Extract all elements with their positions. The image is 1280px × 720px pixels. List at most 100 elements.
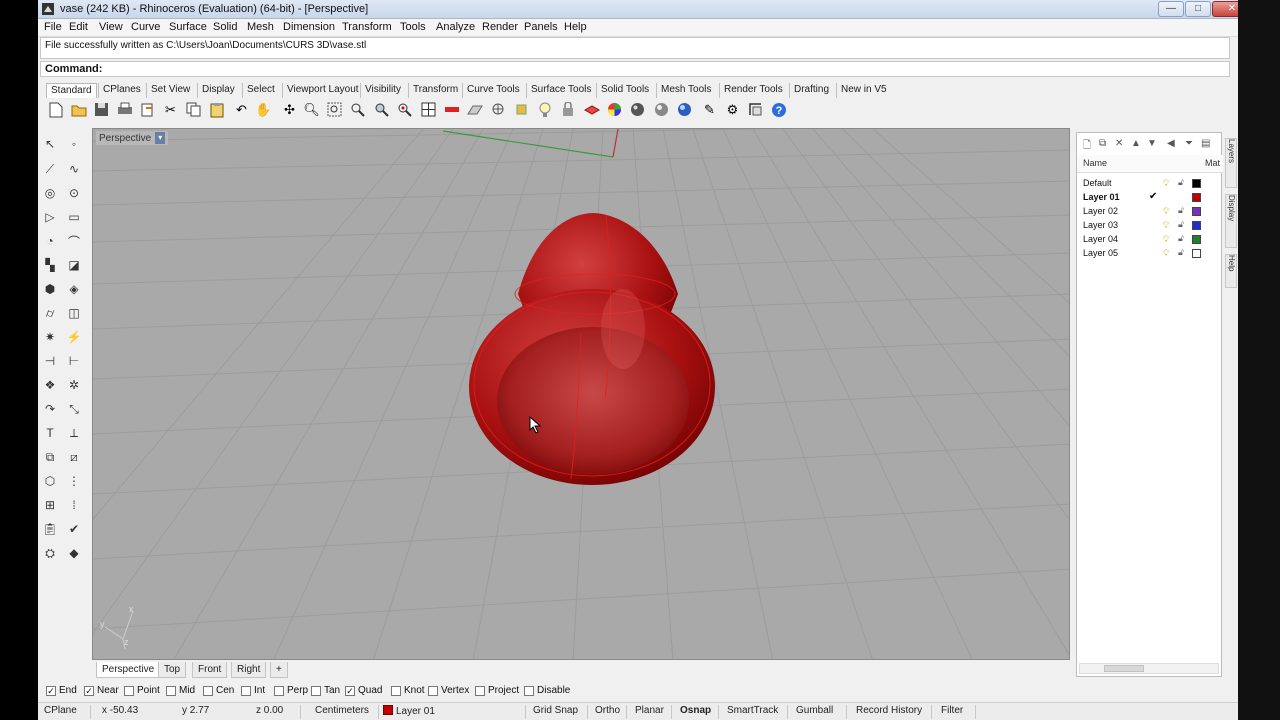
open-folder-icon[interactable]	[69, 100, 88, 119]
menu-help[interactable]: Help	[564, 21, 587, 33]
osnap-checkbox[interactable]: ✓	[345, 685, 355, 696]
wireframe-sphere-icon[interactable]	[628, 100, 647, 119]
layer-unlock-icon[interactable]: 🔓︎	[1178, 177, 1184, 188]
tab-drafting[interactable]: Drafting	[789, 83, 833, 98]
layer-name[interactable]: Layer 02	[1083, 206, 1118, 216]
polyline-icon[interactable]: ⟋	[40, 159, 60, 179]
layer-edit-icon[interactable]	[582, 100, 601, 119]
tab-render-tools[interactable]: Render Tools	[719, 83, 787, 98]
shaded-sphere-icon[interactable]	[652, 100, 671, 119]
grid-snap-toggle[interactable]: Grid Snap	[533, 705, 578, 716]
osnap-checkbox[interactable]	[524, 685, 534, 696]
tab-new-in-v5[interactable]: New in V5	[836, 83, 891, 98]
tab-solid-tools[interactable]: Solid Tools	[596, 83, 653, 98]
column-material[interactable]: Mat	[1205, 158, 1220, 168]
tab-cplanes[interactable]: CPlanes	[98, 83, 145, 98]
ortho-toggle[interactable]: Ortho	[595, 705, 620, 716]
osnap-checkbox[interactable]: ✓	[84, 685, 94, 696]
scrollbar-thumb[interactable]	[1104, 665, 1144, 672]
analyze-icon[interactable]: ⧄	[64, 447, 84, 467]
layer-color-swatch[interactable]	[1192, 221, 1201, 230]
select-objects-icon[interactable]	[442, 100, 461, 119]
layers-scrollbar[interactable]	[1079, 663, 1219, 674]
osnap-cen[interactable]: Cen	[203, 685, 234, 696]
new-layer-icon[interactable]: 🗋︎	[1083, 138, 1091, 155]
osnap-checkbox[interactable]	[124, 685, 134, 696]
select-arrow-icon[interactable]: ↖	[40, 134, 60, 154]
light-bulb-icon[interactable]	[535, 100, 554, 119]
text-icon[interactable]: T	[40, 423, 60, 443]
clipboard-icon[interactable]: 📋︎	[40, 519, 60, 539]
osnap-checkbox[interactable]	[274, 685, 284, 696]
four-viewports-icon[interactable]	[419, 100, 438, 119]
tab-transform[interactable]: Transform	[408, 83, 462, 98]
vase-object[interactable]	[93, 129, 1070, 660]
menu-surface[interactable]: Surface	[169, 21, 207, 33]
grid-icon[interactable]: ⋮	[64, 471, 84, 491]
osnap-disable[interactable]: Disable	[524, 685, 570, 696]
check-icon[interactable]: ✔	[64, 519, 84, 539]
cplane-label[interactable]: CPlane	[44, 705, 77, 716]
curve-icon[interactable]: ∿	[64, 159, 84, 179]
menu-file[interactable]: File	[44, 21, 62, 33]
tab-front[interactable]: Front	[192, 662, 228, 678]
osnap-checkbox[interactable]	[391, 685, 401, 696]
cylinder-icon[interactable]: ⌭	[40, 303, 60, 323]
zoom-window-icon[interactable]	[325, 100, 344, 119]
menu-panels[interactable]: Panels	[524, 21, 558, 33]
delete-layer-icon[interactable]: ✕	[1115, 138, 1123, 149]
side-tab-display[interactable]: Display	[1225, 194, 1237, 248]
tab-curve-tools[interactable]: Curve Tools	[462, 83, 524, 98]
osnap-project[interactable]: Project	[475, 685, 519, 696]
layer-row[interactable]: Default 💡︎ 🔓︎	[1077, 177, 1223, 191]
layer-color-swatch[interactable]	[1192, 193, 1201, 202]
polygon-icon[interactable]: ▷	[40, 207, 60, 227]
copy-icon[interactable]	[184, 100, 203, 119]
osnap-tan[interactable]: Tan	[311, 685, 340, 696]
layer-row[interactable]: Layer 01 ✔	[1077, 191, 1223, 205]
close-button[interactable]: ✕	[1212, 1, 1238, 17]
menu-dimension[interactable]: Dimension	[283, 21, 335, 33]
layer-tools-icon[interactable]: ▤	[1201, 138, 1210, 149]
menu-curve[interactable]: Curve	[131, 21, 160, 33]
new-file-icon[interactable]	[46, 100, 65, 119]
layer-name[interactable]: Default	[1083, 178, 1112, 188]
new-sublayer-icon[interactable]: ⧉	[1099, 138, 1106, 149]
print-icon[interactable]	[115, 100, 134, 119]
viewport-dropdown-icon[interactable]: ▾	[155, 132, 166, 144]
osnap-int[interactable]: Int	[241, 685, 265, 696]
boolean-icon[interactable]: ◈	[64, 279, 84, 299]
minimize-button[interactable]: —	[1158, 1, 1184, 17]
layer-row[interactable]: Layer 02 💡︎ 🔓︎	[1077, 205, 1223, 219]
explode-icon[interactable]: ✲	[64, 375, 84, 395]
split-icon[interactable]: ⊢	[64, 351, 84, 371]
tab-mesh-tools[interactable]: Mesh Tools	[656, 83, 715, 98]
properties-icon[interactable]	[746, 100, 765, 119]
osnap-checkbox[interactable]	[475, 685, 485, 696]
tab-select[interactable]: Select	[242, 83, 279, 98]
layer-row[interactable]: Layer 05 💡︎ 🔓︎	[1077, 247, 1223, 261]
move-down-icon[interactable]: ▼	[1147, 138, 1157, 149]
layer-visible-bulb-icon[interactable]: 💡︎	[1163, 220, 1169, 231]
surface-icon[interactable]: ▚	[40, 255, 60, 275]
osnap-knot[interactable]: Knot	[391, 685, 425, 696]
osnap-near[interactable]: ✓ Near	[84, 685, 119, 696]
import-icon[interactable]	[138, 100, 157, 119]
tab-perspective[interactable]: Perspective	[96, 662, 161, 678]
gumball-toggle[interactable]: Gumball	[796, 705, 833, 716]
move-icon[interactable]: ↷	[40, 399, 60, 419]
rotate-view-icon[interactable]: ✣	[280, 100, 299, 119]
menu-solid[interactable]: Solid	[213, 21, 237, 33]
menu-analyze[interactable]: Analyze	[436, 21, 475, 33]
layer-color-swatch[interactable]	[1192, 179, 1201, 188]
tab-visibility[interactable]: Visibility	[360, 83, 405, 98]
planar-toggle[interactable]: Planar	[635, 705, 664, 716]
osnap-quad[interactable]: ✓ Quad	[345, 685, 382, 696]
move-out-icon[interactable]: ◀	[1167, 138, 1175, 149]
layer-unlock-icon[interactable]: 🔓︎	[1178, 205, 1184, 216]
rectangle-icon[interactable]: ▭	[64, 207, 84, 227]
circle-icon[interactable]: ◎	[40, 183, 60, 203]
layer-row[interactable]: Layer 03 💡︎ 🔓︎	[1077, 219, 1223, 233]
transform-icon[interactable]: ⤡	[64, 399, 84, 419]
layer-name[interactable]: Layer 03	[1083, 220, 1118, 230]
